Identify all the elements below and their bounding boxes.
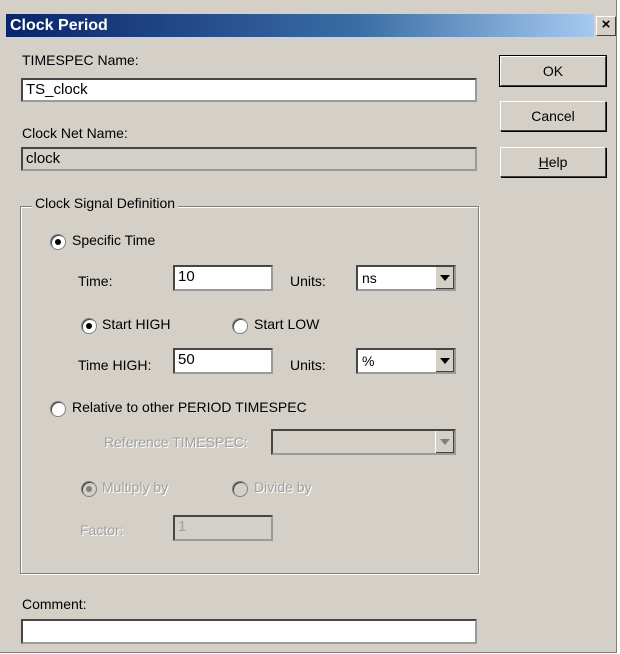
clock-signal-definition-title: Clock Signal Definition: [32, 195, 179, 211]
help-label-rest: elp: [548, 154, 568, 170]
reference-timespec-select[interactable]: [271, 429, 456, 455]
time-units-select[interactable]: ns: [356, 265, 456, 291]
reference-timespec-label: Reference TIMESPEC:: [104, 434, 248, 450]
relative-period-radio[interactable]: [50, 401, 66, 417]
time-label: Time:: [78, 273, 113, 289]
comment-input[interactable]: [21, 619, 477, 644]
title-bar: Clock Period: [6, 14, 594, 37]
start-high-radio[interactable]: [81, 318, 97, 334]
chevron-down-icon[interactable]: [435, 267, 454, 289]
time-high-label: Time HIGH:: [78, 357, 152, 373]
divide-by-label: Divide by: [254, 479, 312, 495]
help-mnemonic: H: [538, 154, 549, 170]
dialog-title: Clock Period: [10, 17, 108, 34]
time-units-label: Units:: [290, 273, 326, 289]
factor-label: Factor:: [80, 522, 124, 538]
factor-input[interactable]: 1: [173, 515, 273, 541]
timespec-name-input[interactable]: TS_clock: [21, 78, 477, 102]
time-units-value: ns: [362, 270, 377, 286]
chevron-down-icon[interactable]: [435, 350, 454, 372]
clock-net-name-field[interactable]: clock: [21, 147, 477, 171]
time-high-units-label: Units:: [290, 357, 326, 373]
cancel-button[interactable]: Cancel: [500, 101, 606, 131]
close-icon[interactable]: ×: [596, 16, 616, 36]
multiply-by-radio[interactable]: [81, 481, 97, 497]
time-high-units-value: %: [362, 353, 375, 369]
start-low-radio[interactable]: [232, 318, 248, 334]
time-input[interactable]: 10: [173, 265, 273, 291]
ok-button[interactable]: OK: [499, 55, 607, 87]
comment-label: Comment:: [22, 596, 87, 612]
time-high-input[interactable]: 50: [173, 348, 273, 374]
specific-time-label: Specific Time: [72, 232, 156, 248]
time-high-units-select[interactable]: %: [356, 348, 456, 374]
start-low-label: Start LOW: [254, 316, 320, 332]
help-button[interactable]: Help: [500, 147, 606, 177]
chevron-down-icon[interactable]: [435, 431, 454, 453]
timespec-name-label: TIMESPEC Name:: [22, 52, 139, 68]
clock-net-name-label: Clock Net Name:: [22, 125, 128, 141]
multiply-by-label: Multiply by: [102, 479, 169, 495]
specific-time-radio[interactable]: [50, 234, 66, 250]
clock-period-dialog: Clock Period × TIMESPEC Name: TS_clock C…: [0, 0, 617, 653]
relative-period-label: Relative to other PERIOD TIMESPEC: [72, 399, 307, 415]
divide-by-radio[interactable]: [232, 481, 248, 497]
start-high-label: Start HIGH: [102, 316, 171, 332]
